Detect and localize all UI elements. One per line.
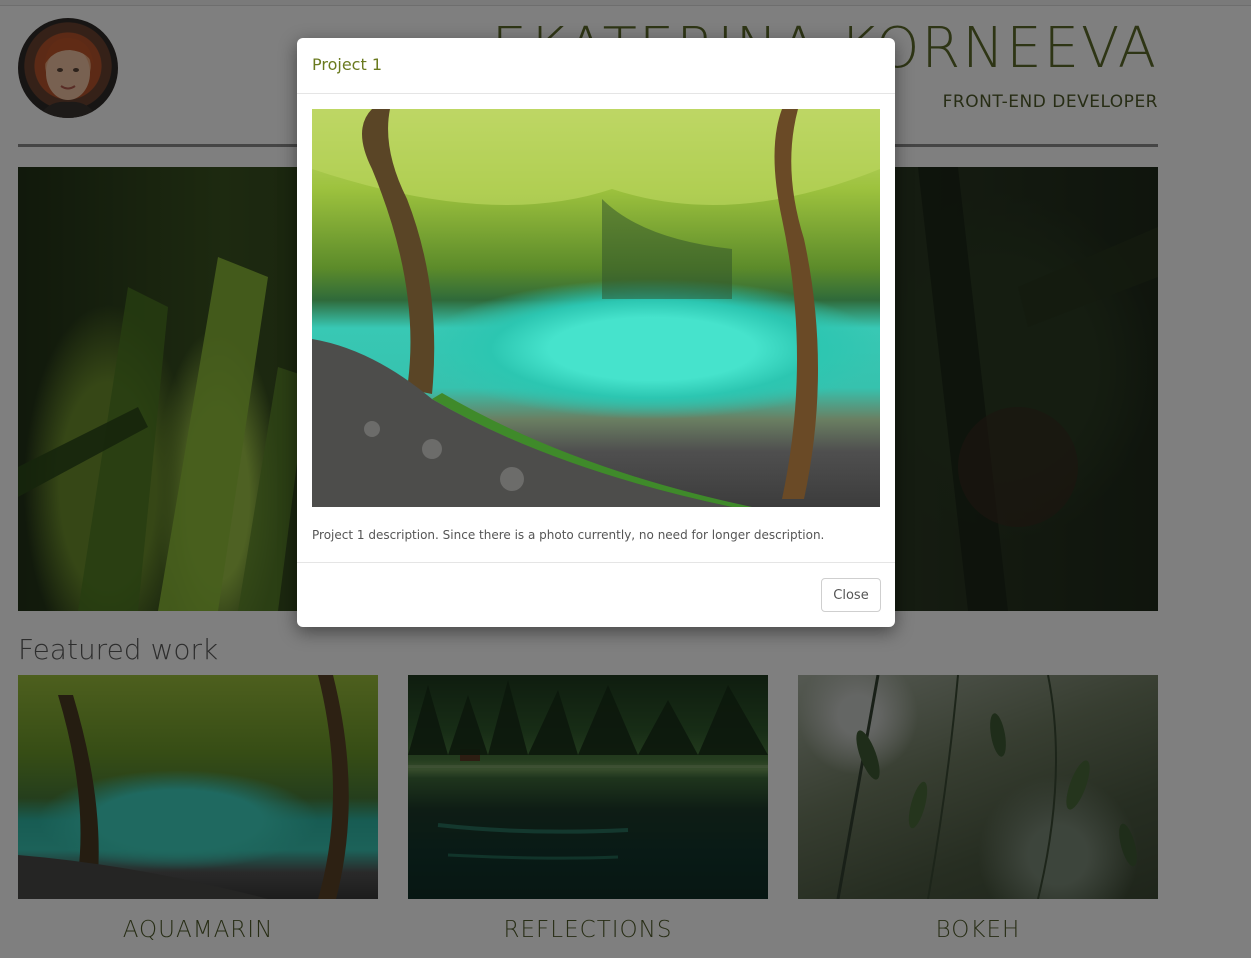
modal-footer: Close	[297, 562, 895, 627]
modal-description: Project 1 description. Since there is a …	[312, 528, 825, 542]
close-button[interactable]: Close	[821, 578, 881, 612]
project-photo	[312, 109, 880, 507]
modal-title: Project 1	[312, 55, 383, 74]
modal-header: Project 1	[297, 38, 895, 94]
project-modal: Project 1 Project 1 description. Since t…	[297, 38, 895, 627]
